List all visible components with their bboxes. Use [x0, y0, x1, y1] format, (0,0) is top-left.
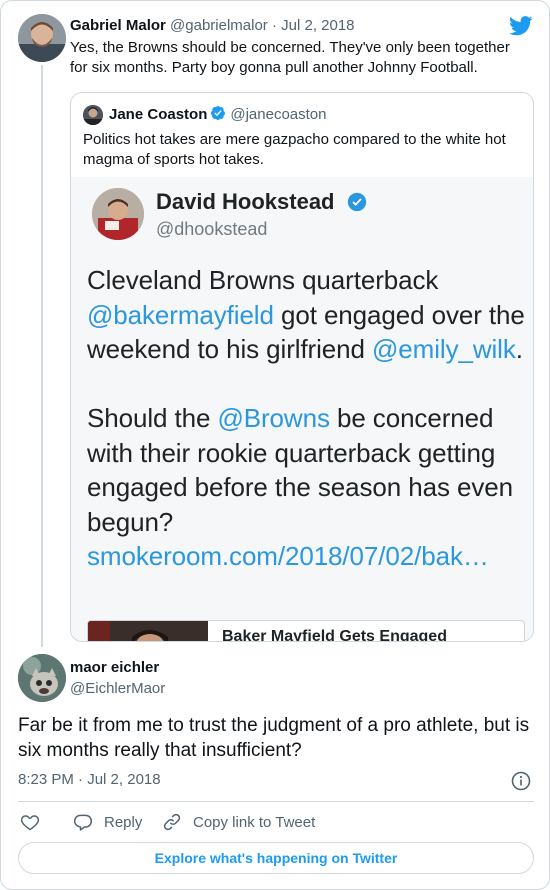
heart-icon	[20, 815, 40, 831]
url-link: smokeroom.com/2018/07/02/bak…	[87, 541, 489, 571]
copy-link-button[interactable]: Copy link to Tweet	[162, 809, 315, 835]
info-icon[interactable]	[511, 771, 531, 791]
mention-link: @Browns	[217, 403, 330, 433]
tweet-date[interactable]: Jul 2, 2018	[87, 771, 160, 788]
image-tweet-text: Cleveland Browns quarterback @bakermayfi…	[87, 263, 532, 574]
image-text-3: .	[515, 334, 523, 364]
link-preview-title: Baker Mayfield Gets Engaged	[222, 628, 447, 642]
verified-badge-icon	[211, 106, 226, 120]
mention-link: @emily_wilk	[372, 334, 516, 364]
separator: ·	[271, 17, 277, 34]
twitter-logo-icon[interactable]	[509, 16, 533, 36]
thread-line	[41, 65, 43, 647]
divider	[18, 801, 534, 802]
image-text-1: Cleveland Browns quarterback	[87, 265, 439, 295]
link-icon	[163, 813, 181, 831]
quoted-tweet-text: Politics hot takes are mere gazpacho com…	[83, 131, 506, 168]
copy-link-label: Copy link to Tweet	[193, 813, 316, 831]
author-name[interactable]: maor eichler	[70, 659, 159, 676]
reply-icon	[73, 814, 93, 831]
avatar[interactable]	[18, 14, 66, 62]
quoted-tweet-header: Jane Coaston @janecoaston	[109, 105, 326, 123]
avatar	[92, 188, 144, 240]
mention-link: @bakermayfield	[87, 299, 274, 330]
tweet-time[interactable]: 8:23 PM	[18, 771, 74, 788]
link-preview-card: Baker Mayfield Gets Engaged	[87, 620, 525, 642]
author-handle[interactable]: @gabrielmalor	[170, 17, 268, 34]
reply-button[interactable]: Reply	[73, 809, 142, 835]
author-handle: @janecoaston	[230, 106, 327, 123]
tweet-text: Far be it from me to trust the judgment …	[18, 715, 530, 761]
image-author-handle: @dhookstead	[156, 219, 268, 239]
image-author-name-text: David Hookstead	[156, 189, 335, 214]
verified-badge-icon	[347, 192, 366, 212]
tweet-date[interactable]: Jul 2, 2018	[281, 17, 354, 34]
tweet-embed-card: Gabriel Malor @gabrielmalor · Jul 2, 201…	[0, 0, 550, 890]
explore-twitter-button[interactable]: Explore what's happening on Twitter	[18, 842, 534, 874]
reply-label: Reply	[104, 813, 143, 831]
tweet-timestamp[interactable]: 8:23 PM · Jul 2, 2018	[18, 771, 161, 788]
link-preview-thumbnail	[88, 621, 208, 641]
image-author-name: David Hookstead	[156, 189, 367, 215]
parent-tweet-header: Gabriel Malor @gabrielmalor · Jul 2, 201…	[70, 17, 355, 34]
like-button[interactable]	[20, 809, 40, 835]
author-handle[interactable]: @EichlerMaor	[70, 680, 165, 697]
author-name[interactable]: Gabriel Malor	[70, 17, 166, 34]
quoted-tweet[interactable]: Jane Coaston @janecoaston Politics hot ta…	[70, 92, 534, 642]
quoted-tweet-image[interactable]: David Hookstead @dhookstead Cleveland Br…	[71, 177, 533, 642]
separator: ·	[78, 771, 84, 788]
avatar[interactable]	[18, 654, 66, 702]
image-text-4: Should the	[87, 403, 218, 433]
author-name: Jane Coaston	[109, 106, 208, 123]
avatar	[83, 105, 103, 125]
tweet-text: Yes, the Browns should be concerned. The…	[70, 39, 510, 76]
